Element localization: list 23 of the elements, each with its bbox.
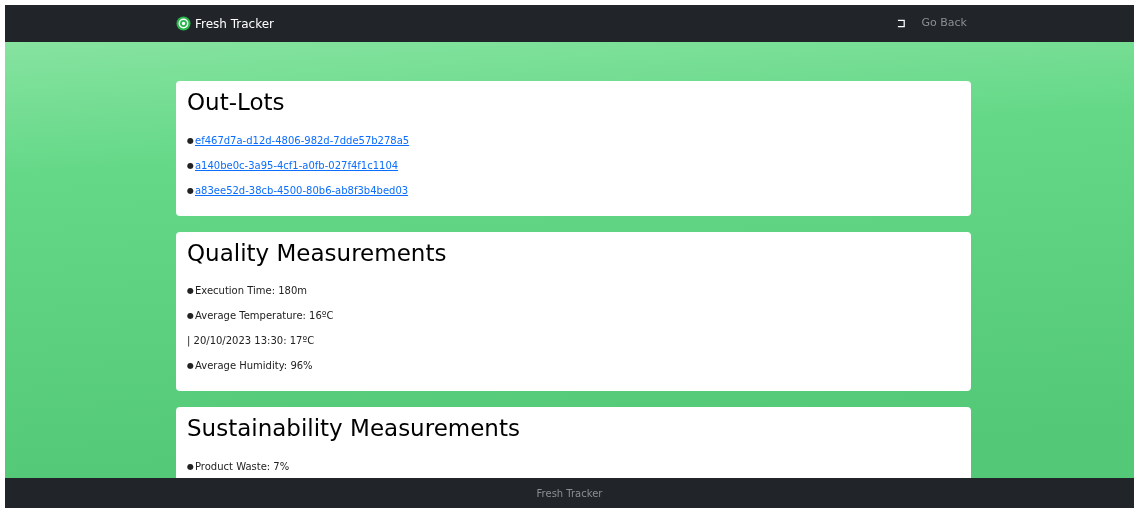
return-icon	[896, 19, 906, 28]
bullet: ●	[187, 159, 194, 172]
measurement-text: Average Temperature: 16ºC	[195, 310, 334, 323]
go-back-link[interactable]: Go Back	[921, 15, 967, 32]
measurement-text: Execution Time: 180m	[195, 285, 308, 298]
logo-icon	[176, 16, 191, 31]
footer-text: Fresh Tracker	[536, 486, 603, 501]
bullet: ●	[187, 310, 194, 323]
bullet: ●	[187, 460, 194, 473]
bullet: ●	[187, 285, 194, 298]
measurement-text: | 20/10/2023 13:30: 17ºC	[187, 335, 315, 348]
brand-name[interactable]: Fresh Tracker	[195, 14, 275, 33]
bullet: ●	[187, 184, 194, 197]
lot-link[interactable]: a83ee52d-38cb-4500-80b6-ab8f3b4bed03	[195, 184, 409, 197]
bullet: ●	[187, 134, 194, 147]
lot-link[interactable]: a140be0c-3a95-4cf1-a0fb-027f4f1c1104	[195, 159, 399, 172]
measurement-text: Product Waste: 7%	[195, 460, 290, 473]
bullet: ●	[187, 360, 194, 373]
lot-link[interactable]: ef467d7a-d12d-4806-982d-7dde57b278a5	[195, 134, 410, 147]
section-title: Quality Measurements	[187, 239, 448, 268]
section-title: Out-Lots	[187, 89, 286, 117]
section-title: Sustainability Measurements	[187, 415, 521, 443]
measurement-text: Average Humidity: 96%	[195, 360, 313, 373]
